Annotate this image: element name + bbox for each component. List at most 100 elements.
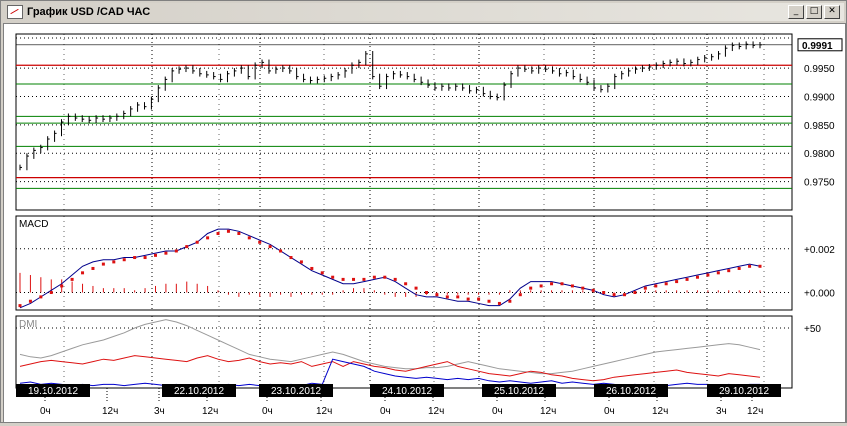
hour-label: 12ч	[428, 406, 444, 417]
price-tick-label: 0.9800	[804, 149, 835, 160]
macd-signal-dot	[518, 293, 522, 297]
macd-signal-dot	[487, 299, 491, 303]
hour-label: 12ч	[102, 406, 118, 417]
macd-signal-dot	[424, 291, 428, 295]
macd-signal-dot	[279, 249, 283, 253]
macd-signal-dot	[247, 236, 251, 240]
macd-signal-dot	[445, 295, 449, 299]
macd-signal-dot	[539, 284, 543, 288]
macd-signal-dot	[383, 275, 387, 279]
macd-signal-dot	[49, 291, 53, 295]
hour-label: 0ч	[604, 406, 615, 417]
macd-signal-dot	[331, 275, 335, 279]
macd-signal-dot	[695, 275, 699, 279]
date-label: 25.10.2012	[494, 386, 544, 397]
macd-signal-dot	[466, 297, 470, 301]
hour-label: 3ч	[716, 406, 727, 417]
hour-label: 12ч	[747, 406, 763, 417]
macd-tick-label: +0.002	[804, 245, 835, 256]
macd-signal-dot	[226, 229, 230, 233]
date-label: 23.10.2012	[271, 386, 321, 397]
macd-signal-dot	[664, 282, 668, 286]
macd-signal-dot	[404, 282, 408, 286]
macd-signal-dot	[164, 251, 168, 255]
hour-label: 12ч	[202, 406, 218, 417]
macd-signal-dot	[612, 293, 616, 297]
macd-signal-dot	[39, 295, 43, 299]
hour-label: 12ч	[652, 406, 668, 417]
macd-signal-dot	[299, 260, 303, 264]
macd-signal-dot	[216, 231, 220, 235]
hour-label: 0ч	[492, 406, 503, 417]
macd-signal-dot	[435, 293, 439, 297]
close-button[interactable]: ✕	[824, 5, 840, 19]
date-label: 22.10.2012	[174, 386, 224, 397]
macd-signal-dot	[18, 304, 22, 308]
macd-signal-dot	[716, 271, 720, 275]
macd-signal-dot	[675, 280, 679, 284]
macd-signal-dot	[654, 284, 658, 288]
last-value-label: 0.9991	[802, 41, 833, 52]
macd-signal-dot	[633, 291, 637, 295]
macd-signal-dot	[28, 299, 32, 303]
price-tick-label: 0.9750	[804, 178, 835, 189]
minimize-button[interactable]: _	[788, 5, 804, 19]
macd-signal-dot	[529, 286, 533, 290]
macd-signal-dot	[758, 264, 762, 268]
macd-signal-dot	[477, 297, 481, 301]
macd-signal-dot	[237, 231, 241, 235]
macd-signal-dot	[143, 256, 147, 260]
macd-signal-dot	[414, 286, 418, 290]
macd-signal-dot	[185, 245, 189, 249]
macd-signal-dot	[560, 282, 564, 286]
macd-panel-frame	[15, 215, 793, 311]
macd-signal-dot	[456, 295, 460, 299]
date-label: 19.10.2012	[28, 386, 78, 397]
hour-label: 0ч	[380, 406, 391, 417]
macd-signal-dot	[320, 271, 324, 275]
macd-signal-dot	[153, 253, 157, 257]
macd-signal-dot	[70, 277, 74, 281]
date-label: 26.10.2012	[606, 386, 656, 397]
macd-tick-label: +0.000	[804, 289, 835, 300]
price-tick-label: 0.9850	[804, 121, 835, 132]
macd-panel-label: MACD	[19, 219, 48, 230]
macd-signal-dot	[91, 266, 95, 270]
macd-signal-dot	[352, 277, 356, 281]
macd-signal-dot	[685, 277, 689, 281]
macd-signal-dot	[706, 273, 710, 277]
macd-signal-dot	[174, 249, 178, 253]
macd-signal-dot	[623, 293, 627, 297]
chart-svg: 0.9750 0.9800 0.9850 0.9900 0.9950 0.9991 MACD…	[15, 33, 843, 417]
macd-signal-dot	[497, 301, 501, 305]
maximize-button[interactable]: □	[806, 5, 822, 19]
macd-signal-dot	[133, 256, 137, 260]
macd-signal-dot	[122, 258, 126, 262]
macd-signal-dot	[570, 284, 574, 288]
macd-signal-dot	[195, 240, 199, 244]
price-tick-label: 0.9900	[804, 92, 835, 103]
chart-window: График USD /CAD ЧАС _ □ ✕ 0.9750 0.9800 0.…	[0, 0, 847, 423]
macd-signal-dot	[341, 277, 345, 281]
macd-signal-dot	[727, 269, 731, 273]
window-title: График USD /CAD ЧАС	[27, 6, 151, 18]
date-label: 29.10.2012	[719, 386, 769, 397]
macd-signal-dot	[101, 262, 105, 266]
macd-signal-dot	[550, 282, 554, 286]
title-bar[interactable]: График USD /CAD ЧАС _ □ ✕	[3, 3, 844, 21]
hour-label: 12ч	[540, 406, 556, 417]
chart-area[interactable]: 0.9750 0.9800 0.9850 0.9900 0.9950 0.9991 MACD…	[3, 23, 846, 423]
chart-app-icon	[7, 5, 23, 19]
macd-signal-dot	[643, 286, 647, 290]
macd-signal-dot	[581, 286, 585, 290]
date-label: 24.10.2012	[382, 386, 432, 397]
price-panel-frame	[15, 33, 793, 211]
macd-signal-dot	[737, 266, 741, 270]
macd-signal-dot	[81, 271, 85, 275]
macd-signal-dot	[602, 291, 606, 295]
macd-signal-dot	[372, 275, 376, 279]
macd-signal-dot	[206, 236, 210, 240]
macd-signal-dot	[289, 256, 293, 260]
macd-signal-dot	[591, 288, 595, 292]
window-controls: _ □ ✕	[788, 5, 840, 19]
